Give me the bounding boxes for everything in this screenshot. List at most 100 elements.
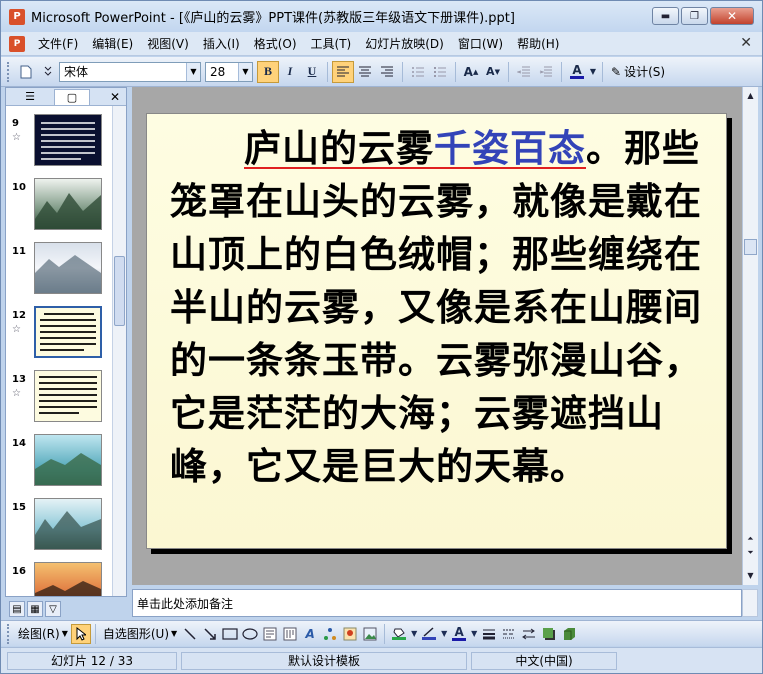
arrow-icon[interactable] [200,624,220,644]
scrollbar-thumb[interactable] [114,256,125,326]
menu-tools[interactable]: 工具(T) [304,35,359,52]
slide-sorter-icon[interactable]: ▦ [27,601,43,617]
menu-edit[interactable]: 编辑(E) [85,35,140,52]
document-close-button[interactable]: ✕ [740,35,752,51]
slide-thumbnail-image[interactable] [34,178,102,230]
design-button[interactable]: ✎ 设计(S) [607,61,669,83]
toolbar-grip[interactable] [7,61,11,82]
align-center-icon[interactable] [354,61,376,83]
select-pointer-icon[interactable] [70,623,91,644]
menu-slideshow[interactable]: 幻灯片放映(D) [358,35,451,52]
thumbnail-9[interactable]: 9 ☆ [6,114,112,178]
picture-icon[interactable] [360,624,380,644]
scroll-up-icon[interactable]: ▲ [744,89,757,101]
notes-scrollbar[interactable] [742,589,758,617]
slide-text-box[interactable]: 庐山的云雾千姿百态。那些笼罩在山头的云雾，就像是戴在山顶上的白色绒帽；那些缠绕在… [170,122,718,493]
autoshapes-menu-button[interactable]: 自选图形(U) ▼ [100,623,180,645]
textbox-icon[interactable] [260,624,280,644]
shadow-style-icon[interactable] [539,624,559,644]
minimize-button[interactable]: ▬ [652,7,679,25]
bullets-icon[interactable] [429,61,451,83]
decrease-font-icon[interactable]: A ▼ [482,61,504,83]
slide-thumbnail-image[interactable] [34,114,102,166]
slide-scrollbar[interactable]: ▲ ⏶ ⏷ ▼ [742,87,758,585]
wordart-icon[interactable]: A [300,624,320,644]
thumbnail-16[interactable]: 16 [6,562,112,596]
current-slide[interactable]: 庐山的云雾千姿百态。那些笼罩在山头的云雾，就像是戴在山顶上的白色绒帽；那些缠绕在… [146,113,727,549]
menu-file[interactable]: 文件(F) [31,35,85,52]
font-color-icon[interactable]: A [566,61,588,83]
slide-thumbnail-image-selected[interactable] [34,306,102,358]
thumbnail-15[interactable]: 15 [6,498,112,562]
align-right-icon[interactable] [376,61,398,83]
fill-color-icon[interactable] [389,624,409,644]
menu-view[interactable]: 视图(V) [140,35,196,52]
menu-window[interactable]: 窗口(W) [451,35,510,52]
menu-insert[interactable]: 插入(I) [196,35,247,52]
toolbar-grip[interactable] [7,623,11,644]
title-bar: P Microsoft PowerPoint - [《庐山的云雾》PPT课件(苏… [1,1,762,32]
slide-thumbnail-image[interactable] [34,370,102,422]
slide-thumbnail-image[interactable] [34,242,102,294]
powerpoint-app-icon[interactable]: P [9,8,25,25]
close-icon[interactable]: ✕ [110,90,120,104]
slide-thumbnail-image[interactable] [34,434,102,486]
previous-slide-icon[interactable]: ⏶ [744,533,757,545]
font-color-icon[interactable]: A [449,624,469,644]
tab-slides[interactable]: ▢ [54,88,90,105]
font-name-select[interactable]: 宋体 ▼ [59,61,201,82]
notes-pane[interactable]: 单击此处添加备注 [132,589,742,617]
diagram-icon[interactable] [320,624,340,644]
draw-menu-button[interactable]: 绘图(R) ▼ [15,623,71,645]
next-slide-icon[interactable]: ⏷ [744,547,757,559]
scroll-down-icon[interactable]: ▼ [744,569,757,581]
menu-help[interactable]: 帮助(H) [510,35,566,52]
toolbar-options-icon[interactable] [37,61,59,83]
increase-font-icon[interactable]: A ▲ [460,61,482,83]
thumbnail-14[interactable]: 14 [6,434,112,498]
slideshow-view-icon[interactable]: ▽ [45,601,61,617]
thumbnail-scrollbar[interactable] [112,106,126,596]
oval-icon[interactable] [240,624,260,644]
slide-thumbnail-image[interactable] [34,498,102,550]
thumbnail-10[interactable]: 10 [6,178,112,242]
thumbnail-11[interactable]: 11 [6,242,112,306]
document-icon[interactable]: P [9,35,25,52]
maximize-button[interactable]: ❐ [681,7,708,25]
scrollbar-thumb[interactable] [744,239,757,255]
rectangle-icon[interactable] [220,624,240,644]
menu-format[interactable]: 格式(O) [247,35,304,52]
line-icon[interactable] [180,624,200,644]
thumbnail-13[interactable]: 13 ☆ [6,370,112,434]
numbering-icon[interactable] [407,61,429,83]
decrease-indent-icon[interactable] [513,61,535,83]
chevron-down-icon[interactable]: ▼ [439,624,449,644]
thumbnail-12[interactable]: 12 ☆ [6,306,112,370]
thumbnail-number: 12 [12,310,26,321]
align-left-icon[interactable] [332,60,354,83]
italic-button[interactable]: I [279,61,301,83]
close-button[interactable]: ✕ [710,7,754,25]
normal-view-icon[interactable]: ▤ [9,601,25,617]
3d-style-icon[interactable] [559,624,579,644]
line-color-icon[interactable] [419,624,439,644]
vertical-textbox-icon[interactable] [280,624,300,644]
chevron-down-icon[interactable]: ▼ [186,62,200,81]
underline-button[interactable]: U [301,61,323,83]
font-size-select[interactable]: 28 ▼ [205,61,253,82]
thumbnail-number: 13 [12,374,26,385]
chevron-down-icon[interactable]: ▼ [238,62,252,81]
chevron-down-icon[interactable]: ▼ [469,624,479,644]
clipart-icon[interactable] [340,624,360,644]
arrow-style-icon[interactable] [519,624,539,644]
dash-style-icon[interactable] [499,624,519,644]
slide-thumbnail-image[interactable] [34,562,102,596]
new-document-icon[interactable] [15,61,37,83]
chevron-down-icon[interactable]: ▼ [588,61,598,83]
design-icon: ✎ [611,64,622,79]
increase-indent-icon[interactable] [535,61,557,83]
chevron-down-icon[interactable]: ▼ [409,624,419,644]
bold-button[interactable]: B [257,60,279,83]
line-style-icon[interactable] [479,624,499,644]
tab-outline[interactable]: ☰ [12,89,48,105]
